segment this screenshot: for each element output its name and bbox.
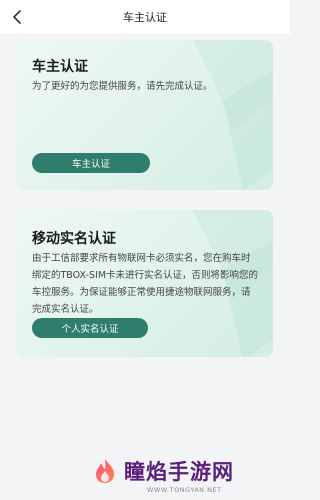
watermark-text: 瞳焰手游网 bbox=[124, 460, 234, 484]
realname-card-description: 由于工信部要求所有物联网卡必须实名，您在购车时绑定的TBOX-SIM卡未进行实名… bbox=[32, 253, 259, 315]
personal-realname-verify-button[interactable]: 个人实名认证 bbox=[32, 318, 148, 338]
owner-verify-button[interactable]: 车主认证 bbox=[32, 153, 150, 173]
owner-card-title: 车主认证 bbox=[32, 59, 88, 75]
navigation-bar: 车主认证 bbox=[0, 0, 290, 34]
owner-verification-card: 车主认证 为了更好的为您提供服务，请先完成认证。 车主认证 bbox=[16, 40, 273, 190]
realname-verification-card: 移动实名认证 由于工信部要求所有物联网卡必须实名，您在购车时绑定的TBOX-SI… bbox=[16, 210, 273, 357]
owner-card-description: 为了更好的为您提供服务，请先完成认证。 bbox=[32, 81, 213, 92]
realname-card-title: 移动实名认证 bbox=[32, 231, 116, 247]
watermark-url: WWW.TONGYAN.NET bbox=[147, 486, 222, 494]
page-title: 车主认证 bbox=[123, 11, 167, 24]
watermark: 瞳焰手游网 WWW.TONGYAN.NET bbox=[0, 454, 290, 500]
flame-logo-icon bbox=[96, 459, 114, 483]
